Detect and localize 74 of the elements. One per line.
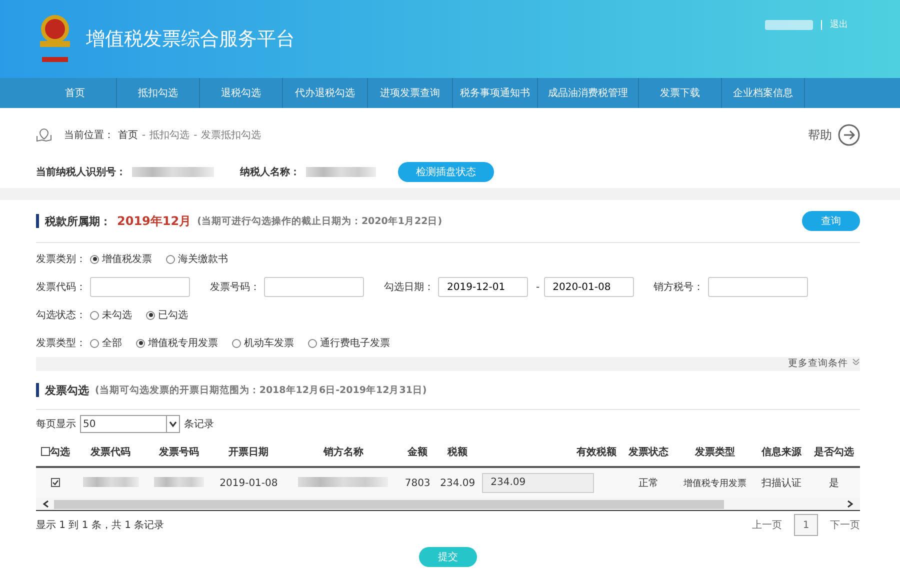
text-field[interactable]	[90, 277, 190, 297]
code-blurred	[82, 476, 139, 486]
section-title: 发票勾选	[45, 382, 89, 398]
page-size-label: 每页显示	[36, 418, 76, 431]
arrow-circle-icon[interactable]	[838, 124, 860, 146]
chevron-down-icon[interactable]	[852, 357, 860, 365]
nav-tab[interactable]: 进项发票查询	[368, 78, 453, 108]
table-cell: 7803	[400, 467, 435, 498]
filter-label: 发票类别：	[36, 252, 86, 266]
taxpayer-id-label: 当前纳税人识别号：	[36, 166, 126, 179]
radio-option[interactable]: 未勾选	[90, 308, 132, 322]
scroll-left-icon[interactable]	[42, 500, 50, 508]
text-field[interactable]	[264, 277, 364, 297]
prev-page-link[interactable]: 上一页	[752, 518, 782, 532]
radio-option[interactable]: 增值税专用发票	[136, 336, 218, 350]
breadcrumb-label: 当前位置：	[64, 128, 114, 142]
breadcrumb-link[interactable]: 首页	[118, 128, 138, 142]
breadcrumb-separator: -	[142, 130, 146, 140]
nav-tab[interactable]: 成品油消费税管理	[538, 78, 639, 108]
field-label: 勾选日期：	[384, 280, 434, 294]
nav-tab[interactable]: 抵扣勾选	[117, 78, 200, 108]
nav-tab[interactable]: 代办退税勾选	[283, 78, 368, 108]
breadcrumb-link[interactable]: 发票抵扣勾选	[201, 128, 262, 142]
help-link[interactable]: 帮助	[808, 126, 832, 144]
valid-tax-field[interactable]: 234.09	[482, 473, 594, 493]
radio-option[interactable]: 全部	[90, 336, 122, 350]
date-from-field[interactable]: 2019-12-01	[438, 277, 528, 297]
taxpayer-name-label: 纳税人名称：	[240, 166, 300, 179]
page-number-button[interactable]: 1	[794, 514, 818, 536]
column-header: 勾选	[50, 446, 70, 459]
record-summary: 显示 1 到 1 条，共 1 条记录	[36, 518, 164, 532]
nav-tab[interactable]: 退税勾选	[200, 78, 283, 108]
app-title: 增值税发票综合服务平台	[86, 27, 295, 52]
breadcrumb-separator: -	[194, 130, 198, 140]
radio-option[interactable]: 海关缴款书	[166, 252, 228, 266]
nav-tab[interactable]: 税务事项通知书	[453, 78, 538, 108]
row-checkbox[interactable]	[50, 478, 60, 488]
filter-label: 发票类型：	[36, 336, 86, 350]
table-cell: 增值税专用发票	[674, 467, 756, 498]
breadcrumb-link[interactable]: 抵扣勾选	[150, 128, 190, 142]
range-separator: -	[536, 282, 540, 292]
caret-icon[interactable]	[166, 416, 179, 432]
number-blurred	[154, 476, 204, 486]
next-page-link[interactable]: 下一页	[830, 518, 860, 532]
table-cell: 扫描认证	[755, 467, 808, 498]
text-field[interactable]	[708, 277, 808, 297]
table-cell: 234.09	[434, 467, 481, 498]
page-size-suffix: 条记录	[184, 418, 214, 431]
radio-option[interactable]: 已勾选	[146, 308, 188, 322]
period-label: 税款所属期：	[45, 214, 111, 228]
field-label: 发票代码：	[36, 281, 86, 294]
date-to-field[interactable]: 2020-01-08	[544, 277, 634, 297]
map-pin-icon	[36, 128, 52, 142]
nav-tab[interactable]: 企业档案信息	[722, 78, 805, 108]
radio-option[interactable]: 通行费电子发票	[308, 336, 390, 350]
page-size-select[interactable]: 50	[80, 415, 180, 433]
filter-label: 勾选状态：	[36, 308, 86, 322]
nav-tab[interactable]: 首页	[34, 78, 117, 108]
field-label: 发票号码：	[210, 281, 260, 294]
table-cell: 2019-01-08	[211, 467, 286, 498]
period-value: 2019年12月	[117, 212, 192, 230]
period-note: (当期可进行勾选操作的截止日期为：2020年1月22日)	[197, 214, 442, 228]
more-conditions-link[interactable]: 更多查询条件	[788, 357, 852, 371]
radio-option[interactable]: 增值税发票	[90, 252, 152, 266]
table-cell: 是	[808, 467, 860, 498]
radio-option[interactable]: 机动车发票	[232, 336, 294, 350]
nav-tab[interactable]: 发票下载	[639, 78, 722, 108]
user-name-blurred	[765, 20, 813, 30]
select-all-checkbox[interactable]	[40, 447, 50, 456]
table-cell: 正常	[622, 467, 675, 498]
field-label: 销方税号：	[654, 280, 704, 294]
scroll-right-icon[interactable]	[846, 500, 854, 508]
taxpayer-name-blurred	[306, 167, 376, 177]
section-note: (当期可勾选发票的开票日期范围为：2018年12月6日-2019年12月31日)	[95, 384, 427, 396]
